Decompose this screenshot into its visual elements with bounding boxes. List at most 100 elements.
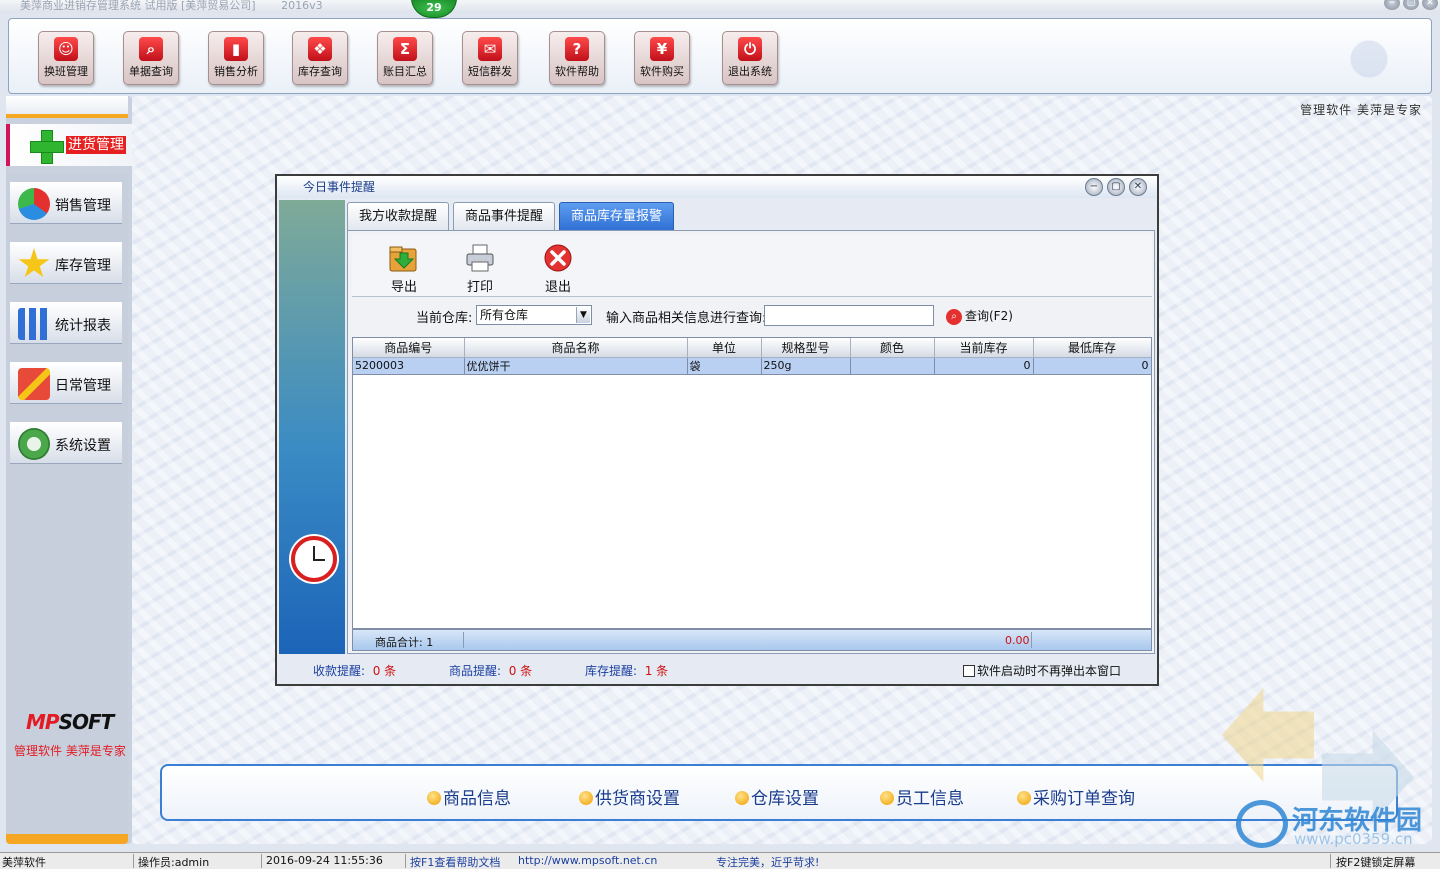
sidebar-item-label: 库存管理	[55, 258, 111, 274]
stock-query-button[interactable]: ❖ 库存查询	[292, 31, 348, 85]
close-icon	[544, 244, 572, 272]
toolbar-label: 换班管理	[44, 65, 88, 78]
column-header[interactable]: 规格型号	[761, 338, 851, 358]
action-label: 打印	[466, 280, 493, 295]
bullet-icon	[1017, 791, 1031, 805]
sigma-icon: Σ	[393, 37, 417, 61]
printer-icon	[466, 244, 494, 272]
quick-link-employee-info[interactable]: 员工信息	[880, 784, 964, 809]
column-header[interactable]: 颜色	[850, 338, 935, 358]
dialog-maximize-button[interactable]: ▢	[1107, 178, 1125, 196]
notification-badge[interactable]: 29	[411, 0, 457, 18]
toolbar-label: 销售分析	[214, 65, 258, 78]
sidebar-item-daily[interactable]: 日常管理	[10, 362, 122, 404]
minimize-button[interactable]: −	[1384, 0, 1400, 10]
quick-link-goods-info[interactable]: 商品信息	[427, 784, 511, 809]
quick-link-label: 员工信息	[896, 789, 964, 809]
column-header[interactable]: 当前库存	[934, 338, 1034, 358]
toolbar-label: 软件帮助	[555, 65, 599, 78]
software-help-button[interactable]: ? 软件帮助	[549, 31, 605, 85]
maximize-button[interactable]: ▢	[1403, 0, 1419, 10]
table-row[interactable]: 5200003 优优饼干 袋 250g 0 0	[353, 357, 1151, 375]
quick-link-label: 供货商设置	[595, 789, 680, 809]
sidebar-item-inventory[interactable]: 库存管理	[10, 242, 122, 284]
quick-link-label: 采购订单查询	[1033, 789, 1135, 809]
dialog-minimize-button[interactable]: −	[1085, 178, 1103, 196]
brand-tagline: 管理软件 美萍是专家	[14, 744, 126, 758]
chevron-down-icon: ▼	[576, 307, 590, 323]
main-toolbar: ☺ 换班管理 ⌕ 单据查询 ▮ 销售分析 ❖ 库存查询 Σ 账目汇总 ✉ 短信群…	[8, 18, 1432, 94]
table-footer: 商品合计: 1 0.00	[352, 629, 1152, 651]
divider	[261, 854, 262, 868]
shift-management-button[interactable]: ☺ 换班管理	[38, 31, 94, 85]
no-popup-checkbox[interactable]: 软件启动时不再弹出本窗口	[963, 662, 1121, 679]
document-query-button[interactable]: ⌕ 单据查询	[123, 31, 179, 85]
cell-spec: 250g	[761, 357, 851, 375]
column-header[interactable]: 最低库存	[1033, 338, 1151, 358]
sales-analysis-button[interactable]: ▮ 销售分析	[208, 31, 264, 85]
divider	[133, 854, 134, 868]
window-title-bar: 美萍商业进销存管理系统 试用版 [美萍贸易公司] 2016v3	[0, 0, 1440, 13]
toolbar-label: 账目汇总	[383, 65, 427, 78]
tab-stock-alarm[interactable]: 商品库存量报警	[559, 202, 675, 230]
sidebar-item-purchase[interactable]: 进货管理	[6, 124, 132, 166]
status-url[interactable]: http://www.mpsoft.net.cn	[518, 854, 657, 867]
status-value: 0 条	[508, 664, 533, 678]
footer-total: 0.00	[1005, 634, 1030, 647]
cell-code: 5200003	[353, 357, 465, 375]
cell-min-stock: 0	[1033, 357, 1151, 375]
status-bar: 美萍软件 操作员:admin 2016-09-24 11:55:36 按F1查看…	[0, 852, 1440, 869]
star-icon	[18, 248, 50, 278]
account-summary-button[interactable]: Σ 账目汇总	[377, 31, 433, 85]
dialog-controls: − ▢ ✕	[1085, 178, 1147, 196]
receipt-reminder-count: 收款提醒: 0 条	[313, 662, 396, 679]
search-label: 输入商品相关信息进行查询:	[606, 311, 767, 326]
dialog-tabs: 我方收款提醒 商品事件提醒 商品库存量报警	[347, 202, 675, 230]
export-button[interactable]: 导出	[379, 243, 429, 295]
stack-icon: ❖	[308, 37, 332, 61]
sidebar-top-bar	[6, 96, 128, 118]
dialog-side-banner	[279, 200, 345, 654]
window-controls: − ▢ ✕	[1384, 0, 1438, 10]
dialog-status-bar: 收款提醒: 0 条 商品提醒: 0 条 库存提醒: 1 条 软件启动时不再弹出本…	[279, 656, 1155, 682]
sidebar-item-reports[interactable]: 统计报表	[10, 302, 122, 344]
sms-broadcast-button[interactable]: ✉ 短信群发	[462, 31, 518, 85]
stock-alarm-table: 商品编号 商品名称 单位 规格型号 颜色 当前库存 最低库存 5200003 优…	[352, 337, 1152, 629]
quit-button[interactable]: 退出	[533, 243, 583, 295]
yen-icon: ¥	[650, 37, 674, 61]
status-slogan: 专注完美，近乎苛求!	[716, 856, 820, 869]
tab-goods-events[interactable]: 商品事件提醒	[453, 202, 556, 230]
software-purchase-button[interactable]: ¥ 软件购买	[634, 31, 690, 85]
sidebar-item-sales[interactable]: 销售管理	[10, 182, 122, 224]
query-button[interactable]: ⌕ 查询(F2)	[946, 307, 1013, 325]
quick-link-supplier-settings[interactable]: 供货商设置	[579, 784, 680, 809]
column-header[interactable]: 商品编号	[353, 338, 465, 358]
action-label: 导出	[390, 280, 417, 295]
column-header[interactable]: 单位	[687, 338, 762, 358]
exit-system-button[interactable]: ⏻ 退出系统	[722, 31, 778, 85]
toolbar-label: 软件购买	[640, 65, 684, 78]
dialog-close-button[interactable]: ✕	[1129, 178, 1147, 196]
quick-link-warehouse-settings[interactable]: 仓库设置	[735, 784, 819, 809]
status-label: 商品提醒:	[449, 664, 502, 678]
query-label: 查询(F2)	[965, 309, 1013, 323]
users-icon: ☺	[54, 37, 78, 61]
sidebar-menu: 销售管理 库存管理 统计报表 日常管理 系统设置	[6, 174, 128, 840]
close-window-button[interactable]: ✕	[1422, 0, 1438, 10]
quick-link-label: 商品信息	[443, 789, 511, 809]
envelope-icon: ✉	[478, 37, 502, 61]
column-header[interactable]: 商品名称	[464, 338, 688, 358]
version-label: 2016v3	[281, 0, 323, 12]
sidebar-item-settings[interactable]: 系统设置	[10, 422, 122, 464]
tab-receipt-reminder[interactable]: 我方收款提醒	[347, 202, 450, 230]
search-input[interactable]	[764, 305, 934, 326]
quick-link-purchase-orders[interactable]: 采购订单查询	[1017, 784, 1135, 809]
filter-bar: 当前仓库: 所有仓库 ▼ 输入商品相关信息进行查询: ⌕ 查询(F2)	[352, 301, 1152, 331]
print-button[interactable]: 打印	[455, 243, 505, 295]
quick-links-panel: 商品信息 供货商设置 仓库设置 员工信息 采购订单查询	[160, 764, 1398, 821]
sidebar-bottom-bar	[6, 834, 128, 844]
stock-reminder-count: 库存提醒: 1 条	[585, 662, 668, 679]
cell-unit: 袋	[687, 357, 762, 375]
warehouse-select[interactable]: 所有仓库 ▼	[476, 305, 592, 325]
checkbox-box[interactable]	[963, 665, 975, 677]
